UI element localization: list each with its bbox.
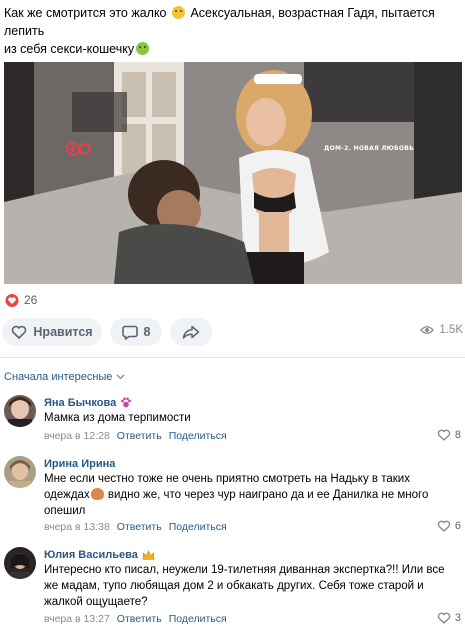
comment-text-part: одеждах [44, 489, 90, 501]
share-comment-button[interactable]: Поделиться [169, 430, 227, 442]
comment-text-part: видно же, что через чур наиграно да и ее… [107, 489, 429, 501]
paw-badge-icon [121, 397, 132, 408]
comment-text: Мне если честно тоже не очень приятно см… [44, 471, 454, 519]
share-comment-button[interactable]: Поделиться [169, 521, 227, 533]
comment-bubble-icon [121, 325, 138, 340]
share-comment-button[interactable]: Поделиться [169, 613, 227, 625]
views-counter: 1.5K [420, 324, 463, 336]
heart-outline-icon [437, 429, 451, 441]
heart-reaction-icon [5, 293, 19, 307]
reply-button[interactable]: Ответить [117, 430, 162, 442]
comment-time[interactable]: вчера в 12:28 [44, 430, 110, 442]
reactions-count: 26 [24, 293, 38, 307]
comment-time[interactable]: вчера в 13:27 [44, 613, 110, 625]
avatar[interactable] [4, 456, 36, 488]
post-text-part: Как же смотрится это жалко [4, 6, 167, 20]
post-text-line-1: Как же смотрится это жалко Асексуальная,… [4, 4, 462, 40]
comment-text-part: жалкой ощущаете? [44, 596, 148, 608]
comment-like-button[interactable]: 8 [437, 429, 461, 441]
heart-outline-icon [437, 612, 451, 624]
comment-text: Интересно кто писал, неужели 19-тилетняя… [44, 562, 454, 610]
post-text-line-2: из себя секси-кошечку [4, 40, 462, 58]
comment-like-button[interactable]: 6 [437, 520, 461, 532]
reply-button[interactable]: Ответить [117, 521, 162, 533]
comment-text-part: же мадам, тупо любящая дом 2 и обкакать … [44, 580, 424, 592]
comment-meta: вчера в 12:28 Ответить Поделиться [44, 430, 227, 442]
comment-like-button[interactable]: 3 [437, 612, 461, 624]
comment-text-part: Интересно кто писал, неужели 19-тилетняя… [44, 564, 445, 576]
chevron-down-icon [116, 374, 125, 380]
comments-sort-dropdown[interactable]: Сначала интересные [4, 371, 125, 383]
avatar[interactable] [4, 395, 36, 427]
video-frame-image [4, 62, 462, 284]
comment-author-name: Яна Бычкова [44, 397, 117, 409]
comment-like-count: 3 [454, 612, 461, 624]
crown-badge-icon [142, 549, 155, 560]
video-watermark: ДОМ-2. НОВАЯ ЛЮБОВЬ [324, 145, 415, 152]
user-photo-image [4, 547, 36, 579]
nauseated-face-emoji-icon [136, 42, 150, 55]
comment-item: Юлия Васильева Интересно кто писал, неуж… [0, 544, 465, 629]
reactions-summary[interactable]: 26 [5, 293, 37, 307]
channel-logo-icon [66, 142, 91, 156]
comment-item: Ирина Ирина Мне если честно тоже не очен… [0, 453, 465, 541]
comment-like-count: 6 [454, 520, 461, 532]
heart-outline-icon [437, 520, 451, 532]
comment-time[interactable]: вчера в 13:38 [44, 521, 110, 533]
share-arrow-icon [182, 325, 200, 339]
like-button-label: Нравится [33, 325, 93, 339]
user-photo-image [4, 395, 36, 427]
comment-like-count: 8 [454, 429, 461, 441]
like-button[interactable]: Нравится [2, 318, 102, 346]
comment-meta: вчера в 13:27 Ответить Поделиться [44, 613, 227, 625]
comment-text-part: Мне если честно тоже не очень приятно см… [44, 473, 410, 485]
see-no-evil-monkey-emoji-icon [90, 488, 104, 500]
eye-icon [420, 326, 435, 334]
user-photo-image [4, 456, 36, 488]
video-player[interactable]: ДОМ-2. НОВАЯ ЛЮБОВЬ [4, 62, 462, 284]
views-count: 1.5K [439, 324, 463, 336]
comment-author[interactable]: Юлия Васильева [44, 549, 155, 561]
comments-button[interactable]: 8 [110, 318, 162, 346]
comment-author[interactable]: Ирина Ирина [44, 458, 115, 470]
comment-author[interactable]: Яна Бычкова [44, 397, 132, 409]
comment-author-name: Юлия Васильева [44, 549, 138, 561]
post-actions-bar: Нравится 8 1.5K [0, 318, 465, 346]
post-text-part: из себя секси-кошечку [4, 42, 135, 56]
reply-button[interactable]: Ответить [117, 613, 162, 625]
comment-author-name: Ирина Ирина [44, 458, 116, 470]
sad-face-emoji-icon [171, 6, 185, 19]
comment-text: Мамка из дома терпимости [44, 412, 191, 424]
divider [0, 357, 465, 358]
avatar[interactable] [4, 547, 36, 579]
comments-count: 8 [143, 325, 151, 339]
comment-text-part: опешил [44, 505, 86, 517]
comment-meta: вчера в 13:38 Ответить Поделиться [44, 521, 227, 533]
comment-item: Яна Бычкова Мамка из дома терпимости вче… [0, 392, 465, 448]
share-button[interactable] [170, 318, 212, 346]
heart-outline-icon [12, 325, 27, 339]
comments-sort-label: Сначала интересные [4, 371, 113, 383]
